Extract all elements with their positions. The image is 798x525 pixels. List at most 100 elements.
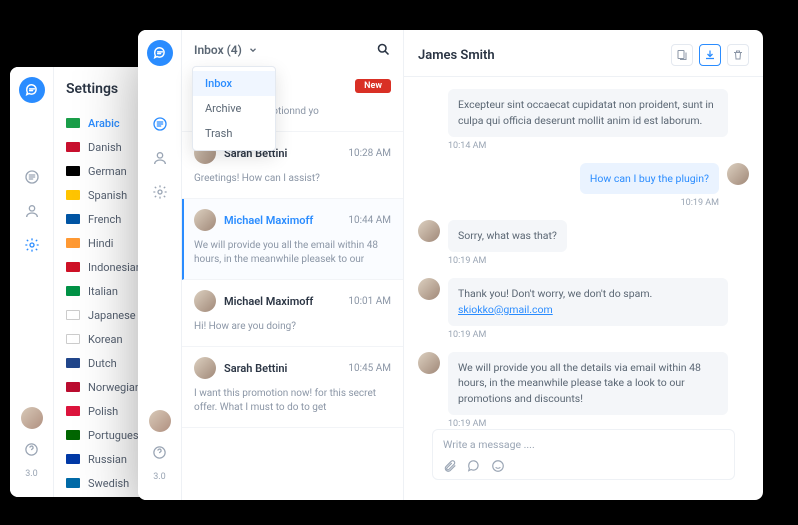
conversation-name: Michael Maximoff — [224, 214, 313, 227]
message-bubble: We will provide you all the details via … — [448, 352, 728, 415]
back-sidebar-rail: 3.0 — [10, 67, 54, 497]
language-label: Portuguese — [88, 429, 144, 442]
message-bubble: How can I buy the plugin? — [580, 163, 719, 195]
users-icon[interactable] — [22, 201, 42, 221]
language-label: Swedish — [88, 477, 129, 490]
transcript-icon[interactable] — [671, 44, 693, 66]
flag-icon — [66, 406, 80, 416]
app-logo — [147, 40, 173, 66]
chat-panel: James Smith Excepteur sint occaecat cupi… — [404, 30, 763, 500]
message-time: 10:19 AM — [448, 419, 749, 427]
dropdown-item-trash[interactable]: Trash — [193, 121, 275, 146]
inbox-dropdown: Inbox Archive Trash — [192, 66, 276, 151]
conversation-preview: We will provide you all the email within… — [194, 239, 391, 267]
conversation-name: Michael Maximoff — [224, 295, 313, 308]
conversation-preview: Greetings! How can I assist? — [194, 172, 391, 186]
message-time: 10:19 AM — [418, 198, 719, 208]
message-time: 10:19 AM — [448, 256, 749, 266]
message-bubble: Thank you! Don't worry, we don't do spam… — [448, 278, 728, 326]
message-input[interactable]: Write a message .... — [443, 438, 724, 459]
language-label: Polish — [88, 405, 118, 418]
flag-icon — [66, 190, 80, 200]
flag-icon — [66, 262, 80, 272]
version-label: 3.0 — [25, 469, 38, 479]
message-list: Excepteur sint occaecat cupidatat non pr… — [404, 77, 763, 427]
avatar — [194, 357, 216, 379]
conversation-time: 10:45 AM — [348, 363, 391, 374]
message-time: 10:14 AM — [448, 141, 749, 151]
avatar — [418, 278, 440, 300]
language-label: Danish — [88, 141, 122, 154]
language-label: Italian — [88, 285, 118, 298]
flag-icon — [66, 334, 80, 344]
composer: Write a message .... — [418, 427, 749, 490]
avatar[interactable] — [21, 407, 43, 429]
language-label: Japanese — [88, 309, 136, 322]
language-label: Spanish — [88, 189, 127, 202]
flag-icon — [66, 238, 80, 248]
trash-icon[interactable] — [727, 44, 749, 66]
conversation-time: 10:01 AM — [348, 296, 391, 307]
message-row: Sorry, what was that? — [418, 220, 749, 252]
language-label: Hindi — [88, 237, 113, 250]
language-label: Arabic — [88, 117, 120, 130]
conversation-item[interactable]: Michael Maximoff10:44 AMWe will provide … — [182, 199, 403, 280]
inbox-selector[interactable]: Inbox (4) — [194, 43, 258, 57]
conversation-name: Sarah Bettini — [224, 362, 287, 375]
flag-icon — [66, 310, 80, 320]
settings-icon[interactable] — [22, 235, 42, 255]
conversation-time: 10:28 AM — [348, 148, 391, 159]
app-logo — [19, 77, 45, 103]
conversations-icon[interactable] — [150, 114, 170, 134]
users-icon[interactable] — [150, 148, 170, 168]
email-link[interactable]: skiokko@gmail.com — [458, 303, 553, 316]
help-icon[interactable] — [150, 442, 170, 462]
language-label: Korean — [88, 333, 123, 346]
flag-icon — [66, 166, 80, 176]
flag-icon — [66, 358, 80, 368]
settings-icon[interactable] — [150, 182, 170, 202]
avatar — [418, 352, 440, 374]
dropdown-item-inbox[interactable]: Inbox — [193, 71, 275, 96]
message-row: Excepteur sint occaecat cupidatat non pr… — [418, 89, 749, 137]
language-label: German — [88, 165, 127, 178]
emoji-icon[interactable] — [491, 459, 505, 473]
conversation-preview: I want this promotion now! for this secr… — [194, 387, 391, 415]
flag-icon — [66, 214, 80, 224]
conversation-item[interactable]: Michael Maximoff 10:01 AM Hi! How are you … — [182, 280, 403, 347]
language-label: Indonesian — [88, 261, 142, 274]
flag-icon — [66, 382, 80, 392]
front-sidebar-rail: 3.0 — [138, 30, 182, 500]
conversation-list-panel: Inbox (4) Inbox Archive Trash sa SattaNe… — [182, 30, 404, 500]
search-icon[interactable] — [376, 42, 391, 57]
language-label: Russian — [88, 453, 127, 466]
chevron-down-icon — [248, 45, 258, 55]
chat-title: James Smith — [418, 48, 495, 63]
flag-icon — [66, 286, 80, 296]
avatar[interactable] — [149, 410, 171, 432]
message-row: We will provide you all the details via … — [418, 352, 749, 415]
download-icon[interactable] — [699, 44, 721, 66]
message-bubble: Sorry, what was that? — [448, 220, 567, 252]
avatar — [727, 163, 749, 185]
flag-icon — [66, 142, 80, 152]
avatar — [194, 290, 216, 312]
language-label: Norwegian — [88, 381, 141, 394]
flag-icon — [66, 454, 80, 464]
saved-reply-icon[interactable] — [467, 459, 481, 473]
conversation-preview: Hi! How are you doing? — [194, 320, 391, 334]
inbox-window: 3.0 Inbox (4) Inbox Archive Trash sa Sat… — [138, 30, 763, 500]
help-icon[interactable] — [22, 439, 42, 459]
flag-icon — [66, 478, 80, 488]
chat-icon[interactable] — [22, 167, 42, 187]
inbox-label: Inbox (4) — [194, 43, 242, 57]
message-row: Thank you! Don't worry, we don't do spam… — [418, 278, 749, 326]
conversation-item[interactable]: Sarah Bettini 10:45 AM I want this promoti… — [182, 347, 403, 428]
dropdown-item-archive[interactable]: Archive — [193, 96, 275, 121]
language-label: Dutch — [88, 357, 117, 370]
attachment-icon[interactable] — [443, 459, 457, 473]
language-label: French — [88, 213, 121, 226]
message-bubble: Excepteur sint occaecat cupidatat non pr… — [448, 89, 728, 137]
message-time: 10:19 AM — [448, 330, 749, 340]
new-badge: New — [355, 79, 391, 93]
